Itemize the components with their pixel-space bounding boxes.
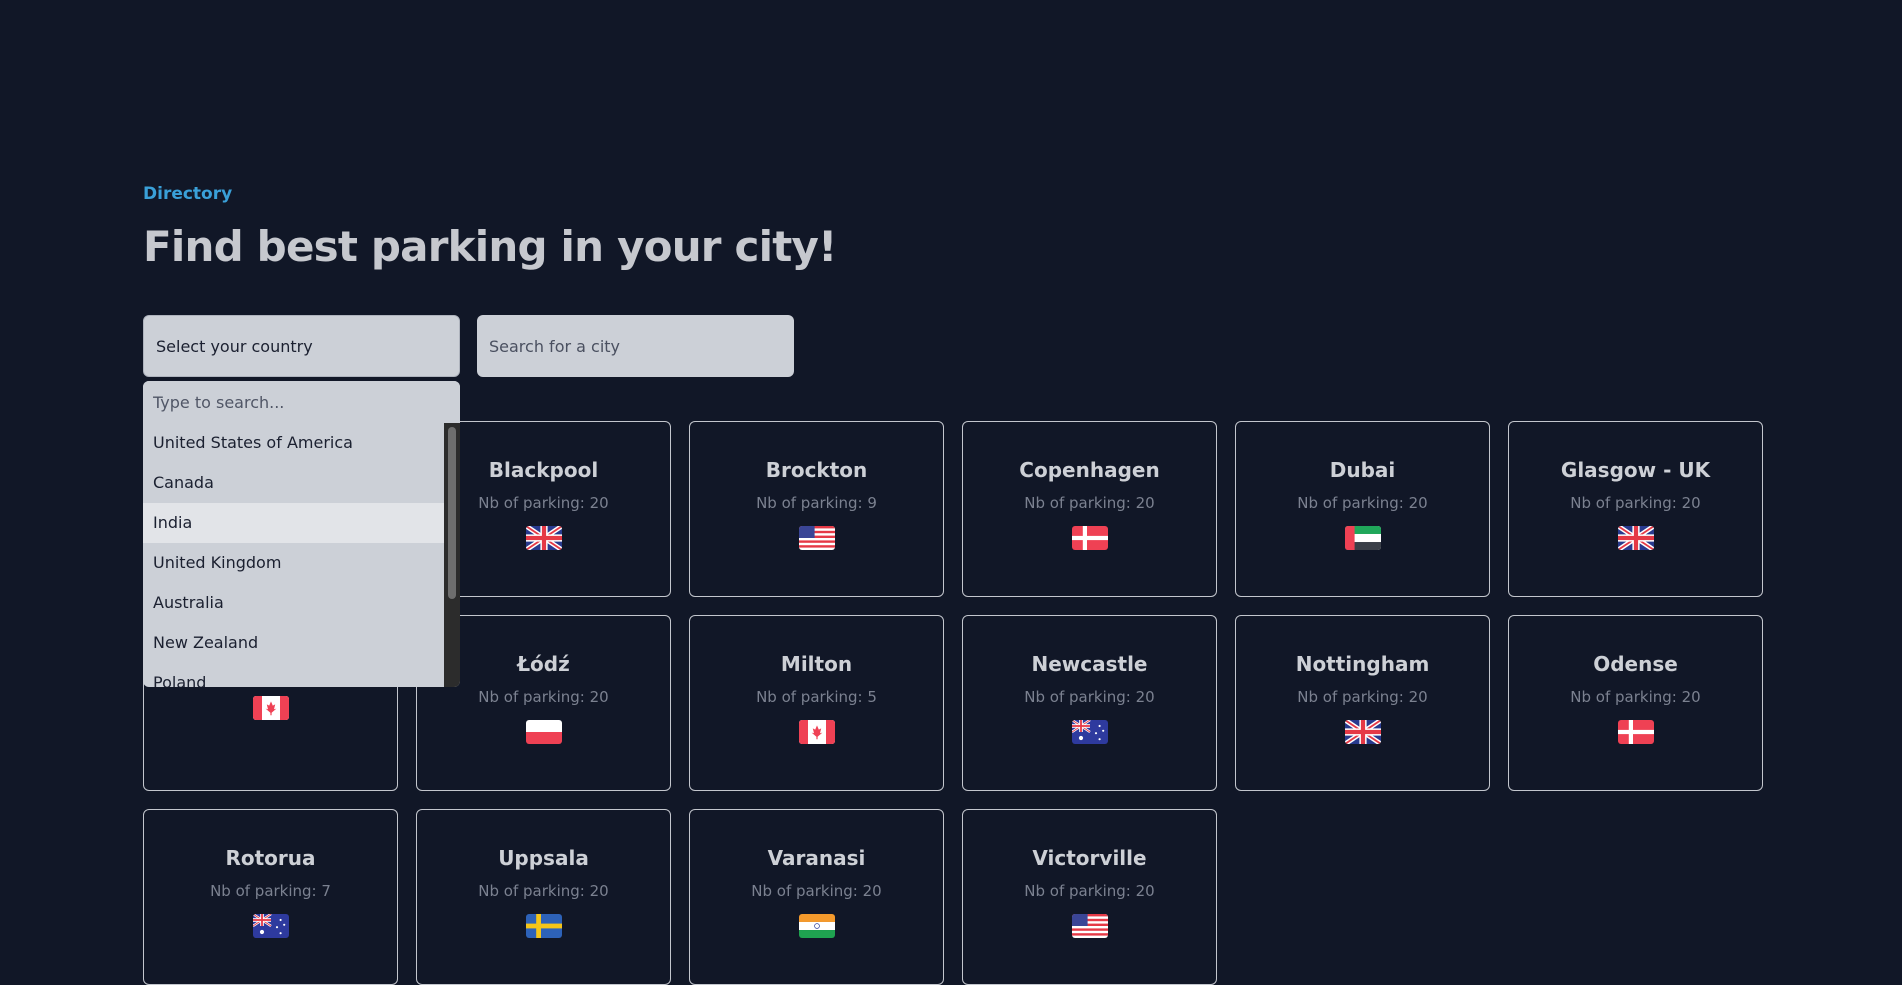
parking-count: Nb of parking: 20 <box>1024 688 1155 706</box>
parking-count: Nb of parking: 9 <box>756 494 877 512</box>
city-card[interactable]: Rotorua Nb of parking: 7 <box>143 809 398 985</box>
city-name: Nottingham <box>1295 652 1430 676</box>
uk-flag-icon <box>525 526 562 550</box>
parking-count: Nb of parking: 20 <box>1570 494 1701 512</box>
parking-count: Nb of parking: 20 <box>1570 688 1701 706</box>
parking-count: Nb of parking: 20 <box>478 882 609 900</box>
city-card[interactable]: Odense Nb of parking: 20 <box>1508 615 1763 791</box>
ae-flag-icon <box>1344 526 1381 550</box>
parking-count: Nb of parking: 20 <box>1297 494 1428 512</box>
city-name: Milton <box>780 652 853 676</box>
dk-flag-icon <box>1071 526 1108 550</box>
city-name: Brockton <box>765 458 868 482</box>
city-card[interactable]: Nottingham Nb of parking: 20 <box>1235 615 1490 791</box>
country-option[interactable]: United Kingdom <box>143 543 444 583</box>
city-name: Newcastle <box>1031 652 1148 676</box>
city-search-input[interactable] <box>477 315 794 377</box>
pl-flag-icon <box>525 720 562 744</box>
parking-count: Nb of parking: 20 <box>1024 882 1155 900</box>
parking-count: Nb of parking: 20 <box>751 882 882 900</box>
dropdown-scrollbar-thumb[interactable] <box>448 427 456 599</box>
country-option[interactable]: New Zealand <box>143 623 444 663</box>
city-card[interactable]: Glasgow - UK Nb of parking: 20 <box>1508 421 1763 597</box>
section-eyebrow: Directory <box>143 184 233 204</box>
city-name: Varanasi <box>767 846 866 870</box>
dropdown-scrollbar[interactable] <box>444 423 460 687</box>
parking-count: Nb of parking: 20 <box>478 688 609 706</box>
uk-flag-icon <box>1344 720 1381 744</box>
country-select-label: Select your country <box>156 336 313 356</box>
city-card[interactable]: Brockton Nb of parking: 9 <box>689 421 944 597</box>
parking-count: Nb of parking: 20 <box>1297 688 1428 706</box>
in-flag-icon <box>798 914 835 938</box>
country-search-input[interactable] <box>143 381 460 423</box>
city-name: Odense <box>1593 652 1678 676</box>
city-name: Victorville <box>1032 846 1147 870</box>
parking-count: Nb of parking: 5 <box>756 688 877 706</box>
city-card[interactable]: Victorville Nb of parking: 20 <box>962 809 1217 985</box>
us-flag-icon <box>1071 914 1108 938</box>
dk-flag-icon <box>1617 720 1654 744</box>
country-option[interactable]: Poland <box>143 663 444 687</box>
city-name: Rotorua <box>225 846 316 870</box>
ca-flag-icon <box>252 696 289 720</box>
country-option[interactable]: Australia <box>143 583 444 623</box>
page-title: Find best parking in your city! <box>143 222 837 271</box>
city-name: Dubai <box>1329 458 1396 482</box>
city-card[interactable]: Uppsala Nb of parking: 20 <box>416 809 671 985</box>
country-option[interactable]: United States of America <box>143 423 444 463</box>
country-options-list: United States of America Canada India Unite… <box>143 423 444 687</box>
city-card[interactable]: Copenhagen Nb of parking: 20 <box>962 421 1217 597</box>
au-flag-icon <box>252 914 289 938</box>
country-select[interactable]: Select your country <box>143 315 460 377</box>
ca-flag-icon <box>798 720 835 744</box>
city-name: Copenhagen <box>1019 458 1160 482</box>
au-flag-icon <box>1071 720 1108 744</box>
parking-count: Nb of parking: 20 <box>1024 494 1155 512</box>
city-card[interactable]: Milton Nb of parking: 5 <box>689 615 944 791</box>
city-name: Łódź <box>517 652 570 676</box>
city-card[interactable]: Newcastle Nb of parking: 20 <box>962 615 1217 791</box>
page-container: Directory Find best parking in your city… <box>143 0 1763 985</box>
uk-flag-icon <box>1617 526 1654 550</box>
country-dropdown: United States of AmericaCanadaIndiaUnite… <box>143 381 460 687</box>
city-name: Blackpool <box>488 458 599 482</box>
parking-count: Nb of parking: 7 <box>210 882 331 900</box>
parking-count: Nb of parking: 20 <box>478 494 609 512</box>
country-option[interactable]: Canada <box>143 463 444 503</box>
country-option[interactable]: India <box>143 503 444 543</box>
city-name: Glasgow - UK <box>1560 458 1711 482</box>
se-flag-icon <box>525 914 562 938</box>
city-name: Uppsala <box>498 846 589 870</box>
city-card[interactable]: Varanasi Nb of parking: 20 <box>689 809 944 985</box>
us-flag-icon <box>798 526 835 550</box>
city-card[interactable]: Dubai Nb of parking: 20 <box>1235 421 1490 597</box>
